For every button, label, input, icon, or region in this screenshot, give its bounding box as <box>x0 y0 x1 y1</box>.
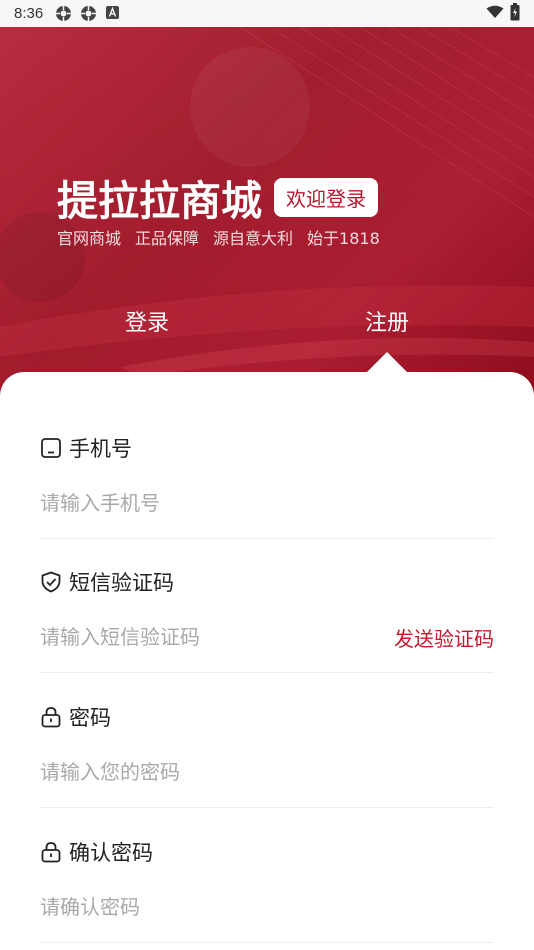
auth-tabs: 登录 注册 <box>0 305 534 345</box>
send-code-button[interactable]: 发送验证码 <box>394 623 494 652</box>
phone-input[interactable] <box>40 491 494 515</box>
tagline-item: 正品保障 <box>135 229 200 248</box>
divider <box>40 538 494 539</box>
divider <box>40 942 494 943</box>
tagline-item: 官网商城 <box>57 229 122 248</box>
tagline-item: 源自意大利 <box>213 229 294 248</box>
password-field: 密码 <box>40 703 494 808</box>
phone-icon <box>40 437 62 459</box>
welcome-badge: 欢迎登录 <box>274 177 378 217</box>
tab-register[interactable]: 注册 <box>365 305 409 337</box>
brand-title: 提拉拉商城 <box>57 177 262 225</box>
status-bar: 8:36 <box>0 0 534 27</box>
status-time: 8:36 <box>14 5 44 22</box>
confirm-password-field: 确认密码 <box>40 838 494 943</box>
lock-icon <box>40 841 62 863</box>
shield-check-icon <box>40 571 62 593</box>
phone-label: 手机号 <box>69 437 132 461</box>
sync-icon <box>80 5 97 22</box>
lock-icon <box>40 706 62 728</box>
sms-code-input[interactable] <box>40 625 394 649</box>
divider <box>40 807 494 808</box>
confirm-password-input[interactable] <box>40 895 494 919</box>
phone-field: 手机号 <box>40 434 494 539</box>
battery-icon <box>510 2 520 25</box>
divider <box>40 672 494 673</box>
a-icon <box>105 5 122 22</box>
tagline-item: 始于1818 <box>307 229 380 248</box>
password-label: 密码 <box>69 706 111 730</box>
tagline: 官网商城 正品保障 源自意大利 始于1818 <box>57 225 380 249</box>
wifi-icon <box>486 5 504 23</box>
sms-code-field: 短信验证码 发送验证码 <box>40 568 494 673</box>
password-input[interactable] <box>40 760 494 784</box>
active-tab-indicator <box>366 352 408 373</box>
sync-icon <box>55 5 72 22</box>
confirm-password-label: 确认密码 <box>69 841 153 865</box>
sms-code-label: 短信验证码 <box>69 571 174 595</box>
brand-row: 提拉拉商城 欢迎登录 <box>57 167 378 227</box>
header-banner: 提拉拉商城 欢迎登录 官网商城 正品保障 源自意大利 始于1818 登录 注册 <box>0 27 534 400</box>
tab-login[interactable]: 登录 <box>125 305 169 337</box>
